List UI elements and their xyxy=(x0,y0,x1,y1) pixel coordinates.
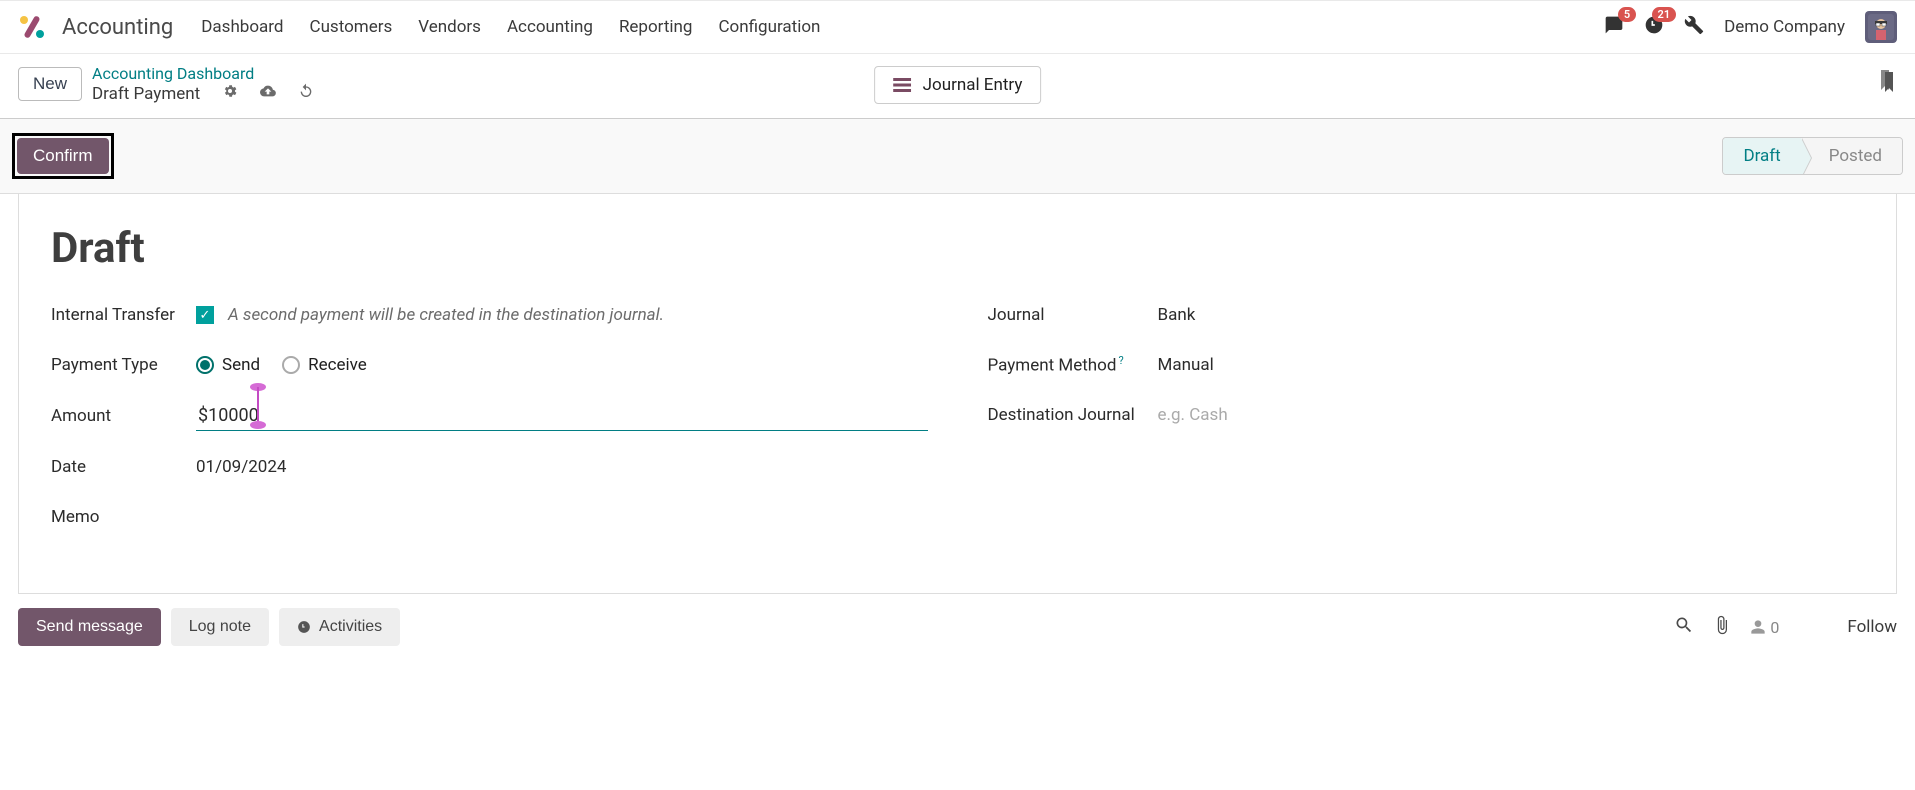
form-right-column: Journal Bank Payment Method? Manual Dest… xyxy=(988,301,1865,553)
new-button[interactable]: New xyxy=(18,67,82,101)
app-name[interactable]: Accounting xyxy=(62,15,173,40)
user-avatar[interactable] xyxy=(1865,11,1897,43)
radio-checked-icon xyxy=(196,356,214,374)
internal-transfer-note: A second payment will be created in the … xyxy=(228,305,664,325)
attachment-icon[interactable] xyxy=(1712,615,1732,639)
status-draft[interactable]: Draft xyxy=(1723,138,1800,174)
internal-transfer-label: Internal Transfer xyxy=(51,305,196,325)
radio-unchecked-icon xyxy=(282,356,300,374)
followers-count[interactable]: 0 xyxy=(1750,618,1779,637)
amount-label: Amount xyxy=(51,406,196,426)
nav-vendors[interactable]: Vendors xyxy=(418,17,481,37)
status-posted[interactable]: Posted xyxy=(1801,138,1902,174)
top-navigation: Accounting Dashboard Customers Vendors A… xyxy=(0,0,1915,54)
activities-badge: 21 xyxy=(1652,7,1677,22)
payment-type-receive-label: Receive xyxy=(308,355,367,375)
send-message-button[interactable]: Send message xyxy=(18,608,161,646)
journal-entry-button[interactable]: Journal Entry xyxy=(874,66,1042,104)
breadcrumb-current: Draft Payment xyxy=(92,84,200,104)
bookmark-icon[interactable] xyxy=(1877,70,1897,98)
date-label: Date xyxy=(51,457,196,477)
journal-label: Journal xyxy=(988,305,1158,325)
journal-value[interactable]: Bank xyxy=(1158,305,1865,325)
log-note-button[interactable]: Log note xyxy=(171,608,269,646)
confirm-highlight: Confirm xyxy=(12,133,114,179)
payment-method-value[interactable]: Manual xyxy=(1158,355,1865,375)
company-selector[interactable]: Demo Company xyxy=(1724,17,1845,37)
amount-input[interactable] xyxy=(196,401,928,431)
payment-type-send-radio[interactable]: Send xyxy=(196,355,260,375)
breadcrumb: Accounting Dashboard Draft Payment xyxy=(92,64,314,104)
form-left-column: Internal Transfer ✓ A second payment wil… xyxy=(51,301,928,553)
debug-icon[interactable] xyxy=(1684,15,1704,39)
undo-icon[interactable] xyxy=(298,83,314,104)
activities-button[interactable]: Activities xyxy=(279,608,400,646)
cloud-upload-icon[interactable] xyxy=(260,83,276,104)
nav-items: Dashboard Customers Vendors Accounting R… xyxy=(201,17,820,37)
topnav-right: 5 21 Demo Company xyxy=(1604,11,1897,43)
breadcrumb-parent-link[interactable]: Accounting Dashboard xyxy=(92,64,314,83)
nav-reporting[interactable]: Reporting xyxy=(619,17,693,37)
nav-dashboard[interactable]: Dashboard xyxy=(201,17,283,37)
gear-icon[interactable] xyxy=(222,83,238,104)
date-value[interactable]: 01/09/2024 xyxy=(196,457,928,477)
form-title: Draft xyxy=(51,224,1864,273)
messages-button[interactable]: 5 xyxy=(1604,15,1624,39)
messages-badge: 5 xyxy=(1618,7,1636,22)
payment-type-receive-radio[interactable]: Receive xyxy=(282,355,367,375)
nav-configuration[interactable]: Configuration xyxy=(718,17,820,37)
payment-method-label: Payment Method? xyxy=(988,354,1158,376)
help-icon[interactable]: ? xyxy=(1118,354,1123,367)
payment-type-label: Payment Type xyxy=(51,355,196,375)
nav-accounting[interactable]: Accounting xyxy=(507,17,593,37)
nav-customers[interactable]: Customers xyxy=(310,17,393,37)
breadcrumb-bar: New Accounting Dashboard Draft Payment J… xyxy=(0,54,1915,118)
internal-transfer-checkbox[interactable]: ✓ xyxy=(196,306,214,324)
destination-journal-label: Destination Journal xyxy=(988,405,1158,425)
follow-button[interactable]: Follow xyxy=(1847,617,1897,637)
memo-label: Memo xyxy=(51,507,196,527)
chatter-search-icon[interactable] xyxy=(1674,615,1694,639)
chatter-bar: Send message Log note Activities 0 Follo… xyxy=(18,608,1897,646)
form-card: Draft Internal Transfer ✓ A second payme… xyxy=(18,194,1897,594)
journal-entry-label: Journal Entry xyxy=(923,75,1023,95)
activities-label: Activities xyxy=(319,618,382,636)
app-logo[interactable] xyxy=(18,13,46,41)
confirm-button[interactable]: Confirm xyxy=(17,138,109,174)
payment-type-send-label: Send xyxy=(222,355,260,375)
action-bar: Confirm Draft Posted xyxy=(0,118,1915,194)
followers-number: 0 xyxy=(1770,618,1779,637)
activities-button[interactable]: 21 xyxy=(1644,15,1664,39)
destination-journal-input[interactable]: e.g. Cash xyxy=(1158,405,1865,425)
status-pills: Draft Posted xyxy=(1722,137,1903,175)
